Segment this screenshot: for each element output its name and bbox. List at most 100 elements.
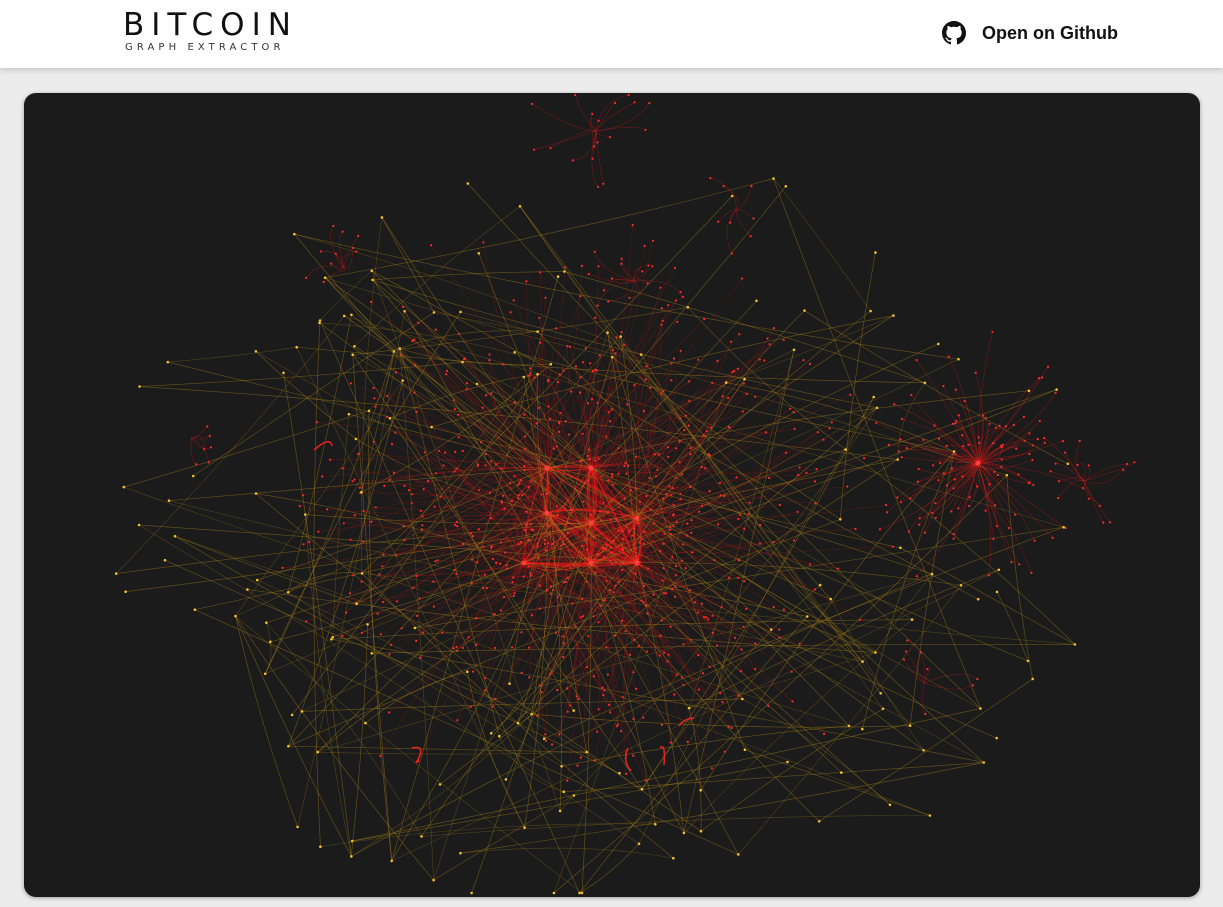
- graph-node[interactable]: [954, 422, 957, 425]
- graph-node[interactable]: [662, 542, 665, 545]
- graph-node[interactable]: [489, 517, 492, 520]
- graph-node[interactable]: [734, 636, 737, 639]
- graph-node[interactable]: [647, 264, 650, 267]
- graph-node[interactable]: [603, 689, 606, 692]
- graph-node[interactable]: [974, 371, 977, 374]
- graph-node[interactable]: [904, 650, 908, 653]
- graph-node[interactable]: [793, 427, 796, 430]
- graph-node[interactable]: [722, 185, 725, 188]
- graph-node[interactable]: [879, 692, 882, 695]
- graph-node[interactable]: [589, 362, 592, 365]
- graph-node[interactable]: [747, 512, 751, 515]
- graph-node[interactable]: [1027, 389, 1031, 393]
- graph-node[interactable]: [421, 524, 424, 527]
- graph-node[interactable]: [392, 471, 395, 474]
- graph-node[interactable]: [382, 553, 385, 556]
- graph-node[interactable]: [374, 506, 377, 509]
- graph-node[interactable]: [530, 712, 533, 716]
- graph-node[interactable]: [601, 546, 604, 549]
- graph-node[interactable]: [321, 475, 324, 478]
- graph-node[interactable]: [672, 503, 675, 507]
- graph-node[interactable]: [730, 726, 733, 730]
- graph-node[interactable]: [191, 474, 195, 478]
- graph-node[interactable]: [601, 686, 604, 689]
- graph-node[interactable]: [705, 430, 708, 433]
- graph-node[interactable]: [945, 484, 949, 487]
- graph-node[interactable]: [671, 487, 674, 490]
- graph-node[interactable]: [627, 464, 630, 467]
- graph-node[interactable]: [1033, 539, 1036, 542]
- graph-node[interactable]: [432, 311, 436, 314]
- graph-node[interactable]: [594, 316, 597, 319]
- graph-node[interactable]: [566, 779, 569, 782]
- graph-node[interactable]: [581, 544, 584, 547]
- graph-node[interactable]: [772, 327, 776, 330]
- graph-node[interactable]: [413, 391, 416, 394]
- graph-node[interactable]: [657, 453, 660, 456]
- graph-node[interactable]: [931, 512, 934, 515]
- graph-node[interactable]: [708, 665, 711, 668]
- graph-node[interactable]: [395, 553, 398, 557]
- graph-node[interactable]: [952, 537, 955, 540]
- graph-node[interactable]: [1054, 391, 1057, 394]
- graph-node[interactable]: [206, 425, 209, 428]
- graph-node[interactable]: [968, 504, 971, 508]
- graph-node[interactable]: [388, 417, 392, 420]
- graph-node[interactable]: [371, 278, 374, 282]
- graph-node[interactable]: [600, 475, 603, 478]
- graph-node[interactable]: [531, 529, 535, 532]
- graph-node[interactable]: [608, 136, 612, 139]
- graph-node[interactable]: [778, 503, 782, 506]
- graph-node[interactable]: [322, 280, 325, 284]
- graph-node[interactable]: [899, 501, 903, 504]
- graph-node[interactable]: [579, 616, 582, 619]
- graph-node[interactable]: [672, 513, 675, 516]
- graph-node[interactable]: [803, 309, 806, 312]
- graph-node[interactable]: [470, 891, 473, 895]
- graph-node[interactable]: [524, 529, 527, 532]
- graph-node[interactable]: [493, 613, 496, 616]
- graph-node[interactable]: [1126, 462, 1129, 466]
- graph-node[interactable]: [942, 472, 945, 475]
- graph-node[interactable]: [167, 499, 171, 503]
- graph-node[interactable]: [562, 543, 565, 546]
- graph-node[interactable]: [611, 475, 614, 478]
- graph-node[interactable]: [484, 464, 487, 467]
- graph-node[interactable]: [372, 440, 375, 443]
- graph-node[interactable]: [731, 371, 734, 374]
- graph-node[interactable]: [624, 772, 628, 776]
- graph-node[interactable]: [813, 588, 817, 591]
- graph-node[interactable]: [988, 483, 991, 486]
- graph-node[interactable]: [392, 350, 396, 353]
- graph-node[interactable]: [517, 543, 520, 546]
- graph-node[interactable]: [669, 525, 672, 528]
- graph-node[interactable]: [919, 651, 922, 654]
- graph-node[interactable]: [1031, 458, 1034, 462]
- graph-node[interactable]: [947, 355, 950, 358]
- graph-node[interactable]: [585, 548, 588, 551]
- graph-node[interactable]: [394, 431, 397, 434]
- graph-node[interactable]: [1038, 419, 1041, 423]
- graph-node[interactable]: [959, 584, 963, 587]
- graph-node[interactable]: [372, 386, 375, 390]
- graph-node[interactable]: [961, 434, 964, 437]
- graph-node[interactable]: [886, 511, 889, 514]
- graph-node[interactable]: [559, 411, 562, 415]
- graph-node[interactable]: [623, 497, 626, 500]
- graph-node[interactable]: [797, 473, 800, 477]
- graph-node[interactable]: [293, 232, 296, 236]
- graph-node[interactable]: [923, 531, 927, 534]
- graph-node[interactable]: [679, 498, 682, 501]
- graph-node[interactable]: [655, 475, 658, 478]
- graph-node[interactable]: [611, 349, 614, 352]
- graph-node[interactable]: [631, 534, 634, 537]
- graph-node[interactable]: [523, 826, 526, 829]
- graph-node[interactable]: [772, 177, 775, 180]
- graph-node[interactable]: [1078, 439, 1081, 442]
- graph-node[interactable]: [662, 497, 665, 500]
- graph-node[interactable]: [743, 580, 746, 583]
- graph-node[interactable]: [932, 464, 935, 467]
- graph-node[interactable]: [456, 525, 459, 528]
- graph-node[interactable]: [317, 530, 320, 533]
- graph-node[interactable]: [634, 572, 637, 575]
